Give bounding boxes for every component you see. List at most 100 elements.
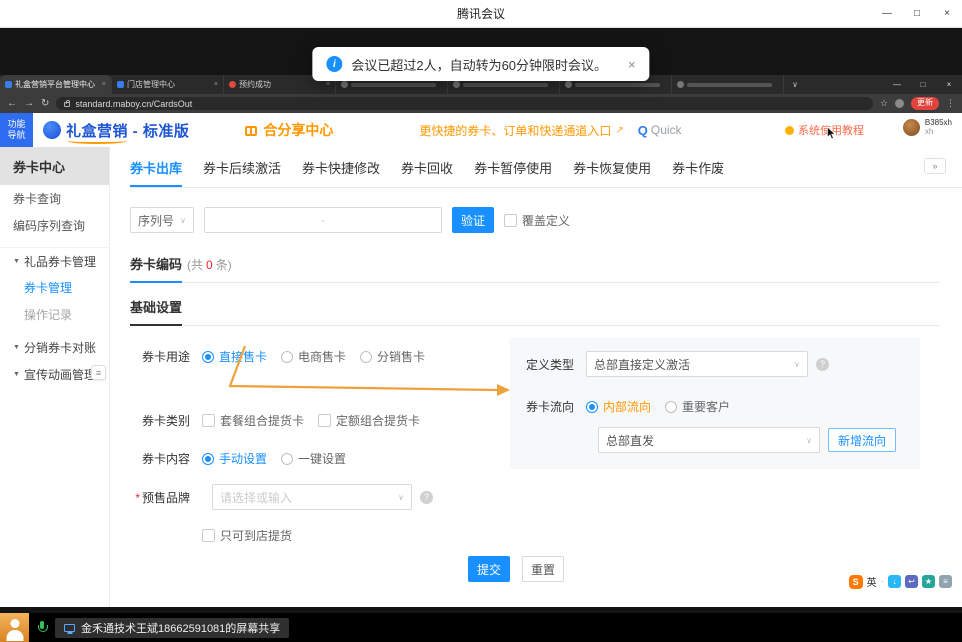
sidebar-item-card-query[interactable]: 券卡查询 xyxy=(0,185,109,212)
tab-close-icon[interactable]: × xyxy=(214,81,218,88)
user-account[interactable]: B385xh xh xyxy=(903,118,952,136)
tutorial-link[interactable]: 系统使用教程 xyxy=(785,122,864,138)
reload-icon[interactable]: ↻ xyxy=(41,99,49,109)
define-panel: 定义类型 总部直接定义激活 ∨ ? 券卡流向 xyxy=(510,338,920,469)
serial-range-input[interactable] xyxy=(204,207,442,233)
tab-title: 预约成功 xyxy=(239,79,323,90)
share-label: 金禾通技术王斌18662591081的屏幕共享 xyxy=(81,620,280,636)
radio-icon xyxy=(665,401,677,413)
lock-icon xyxy=(64,102,70,107)
checkbox-fixed-combo-card[interactable]: 定额组合提货卡 xyxy=(318,412,420,429)
browser-tab[interactable] xyxy=(672,75,784,94)
tab-search-icon[interactable]: ∨ xyxy=(784,75,806,94)
sidebar: 券卡中心 券卡查询 编码序列查询 ▼ 礼品券卡管理 券卡管理 操作记录 ▼ 分销… xyxy=(0,147,110,607)
reset-button[interactable]: 重置 xyxy=(522,556,564,582)
browser-menu-icon[interactable]: ⋮ xyxy=(946,98,955,109)
flow-target-select[interactable]: 总部直发 ∨ xyxy=(598,427,820,453)
function-nav-button[interactable]: 功能 导航 xyxy=(0,113,33,147)
help-icon[interactable]: ? xyxy=(816,358,829,371)
checkbox-store-pickup-only[interactable]: 只可到店提货 xyxy=(202,527,292,544)
back-icon[interactable]: ← xyxy=(7,99,17,109)
browser-tab[interactable]: 门店管理中心 × xyxy=(112,75,224,94)
tab-card-void[interactable]: 券卡作废 xyxy=(672,158,724,187)
tab-card-recycle[interactable]: 券卡回收 xyxy=(401,158,453,187)
browser-close-button[interactable]: × xyxy=(936,75,962,94)
submit-button[interactable]: 提交 xyxy=(468,556,510,582)
favorite-icon[interactable]: ★ xyxy=(922,575,935,588)
radio-internal-flow[interactable]: 内部流向 xyxy=(586,398,651,415)
info-icon: i xyxy=(326,56,342,72)
browser-profile-icon[interactable] xyxy=(895,99,904,108)
usage-row: 券卡用途 直接售卡 电商售卡 xyxy=(130,348,510,365)
tab-close-icon[interactable]: × xyxy=(326,81,330,88)
sidebar-group-distribution[interactable]: ▼ 分销券卡对账 xyxy=(0,334,109,361)
sidebar-item-card-mgmt[interactable]: 券卡管理 xyxy=(0,274,109,301)
undo-icon[interactable]: ↩ xyxy=(905,575,918,588)
define-type-row: 定义类型 总部直接定义激活 ∨ ? xyxy=(510,351,920,377)
overwrite-checkbox[interactable] xyxy=(504,214,517,227)
close-button[interactable]: × xyxy=(932,0,962,27)
brand[interactable]: 礼盒营销 - 标准版 xyxy=(43,120,189,141)
language-label[interactable]: 英 xyxy=(867,574,877,589)
serial-select[interactable]: 序列号 ∨ xyxy=(130,207,194,233)
address-bar[interactable]: standard.maboy.cn/CardsOut xyxy=(56,97,873,110)
brand-placeholder: 请选择或输入 xyxy=(220,489,292,506)
radio-distribution-sale[interactable]: 分销售卡 xyxy=(360,348,425,365)
verify-button[interactable]: 验证 xyxy=(452,207,494,233)
sidebar-item-op-log[interactable]: 操作记录 xyxy=(0,301,109,328)
url-text: standard.maboy.cn/CardsOut xyxy=(75,99,192,109)
brand-row: *预售品牌 请选择或输入 ∨ ? xyxy=(130,484,510,510)
speaker-icon[interactable]: ↓ xyxy=(888,575,901,588)
toast-close-icon[interactable]: × xyxy=(628,57,636,72)
separator-dot-icon: · xyxy=(881,576,884,587)
tab-card-resume[interactable]: 券卡恢复使用 xyxy=(573,158,651,187)
menu-grid-icon[interactable]: ≡ xyxy=(939,575,952,588)
browser-maximize-button[interactable]: □ xyxy=(910,75,936,94)
forward-icon[interactable]: → xyxy=(24,99,34,109)
radio-direct-sale[interactable]: 直接售卡 xyxy=(202,348,267,365)
sidebar-group-gift-card-mgmt[interactable]: ▼ 礼品券卡管理 xyxy=(0,247,109,274)
radio-manual-setting[interactable]: 手动设置 xyxy=(202,450,267,467)
browser-tab-active[interactable]: 礼盒营销平台管理中心 × xyxy=(0,75,112,94)
browser-minimize-button[interactable]: — xyxy=(884,75,910,94)
define-type-select[interactable]: 总部直接定义激活 ∨ xyxy=(586,351,808,377)
tab-card-pause[interactable]: 券卡暂停使用 xyxy=(474,158,552,187)
microphone-icon[interactable] xyxy=(37,621,47,635)
radio-icon xyxy=(586,401,598,413)
translate-logo-icon[interactable]: S xyxy=(849,575,863,589)
minimize-button[interactable]: — xyxy=(872,0,902,27)
radio-icon xyxy=(360,351,372,363)
card-codes-header: 券卡编码(共0条) xyxy=(130,254,940,283)
tab-card-activate[interactable]: 券卡后续激活 xyxy=(203,158,281,187)
quick-search[interactable]: Q Quick xyxy=(638,123,682,138)
app-body: 券卡中心 券卡查询 编码序列查询 ▼ 礼品券卡管理 券卡管理 操作记录 ▼ 分销… xyxy=(0,147,962,607)
help-icon[interactable]: ? xyxy=(420,491,433,504)
codes-count-value: 0 xyxy=(206,258,213,272)
tab-close-icon[interactable]: × xyxy=(102,81,106,88)
required-asterisk: * xyxy=(135,491,140,505)
collapse-panel-button[interactable]: » xyxy=(924,158,946,174)
radio-one-click-setting[interactable]: 一键设置 xyxy=(281,450,346,467)
maximize-button[interactable]: □ xyxy=(902,0,932,27)
brand-select[interactable]: 请选择或输入 ∨ xyxy=(212,484,412,510)
radio-ecommerce-sale[interactable]: 电商售卡 xyxy=(281,348,346,365)
share-indicator: 金禾通技术王斌18662591081的屏幕共享 xyxy=(55,618,289,638)
sidebar-item-code-seq-query[interactable]: 编码序列查询 xyxy=(0,212,109,239)
share-center-link[interactable]: 合分享中心 xyxy=(245,120,333,140)
browser-update-button[interactable]: 更新 xyxy=(911,97,939,109)
promo-link[interactable]: 更快捷的券卡、订单和快递通道入口 ↗ xyxy=(419,122,623,139)
sidebar-toggle[interactable]: ≡ xyxy=(91,365,106,380)
add-flow-button[interactable]: 新增流向 xyxy=(828,428,896,452)
bookmark-star-icon[interactable]: ☆ xyxy=(880,98,888,109)
app-header: 功能 导航 礼盒营销 - 标准版 合分享中心 更快捷的券卡、订单和快递通道入口 … xyxy=(0,113,962,147)
category-row: 券卡类别 套餐组合提货卡 定额组合提货卡 xyxy=(130,412,510,429)
tab-card-quick-edit[interactable]: 券卡快捷修改 xyxy=(302,158,380,187)
tab-card-outbound[interactable]: 券卡出库 xyxy=(130,158,182,187)
gift-icon xyxy=(245,126,257,136)
chevron-down-icon: ∨ xyxy=(806,436,812,445)
radio-vip-customer[interactable]: 重要客户 xyxy=(665,398,730,415)
tab-favicon-icon xyxy=(117,81,124,88)
browser-toolbar: ← → ↻ standard.maboy.cn/CardsOut ☆ 更新 ⋮ xyxy=(0,94,962,113)
tab-favicon-icon xyxy=(5,81,12,88)
checkbox-combo-card[interactable]: 套餐组合提货卡 xyxy=(202,412,304,429)
